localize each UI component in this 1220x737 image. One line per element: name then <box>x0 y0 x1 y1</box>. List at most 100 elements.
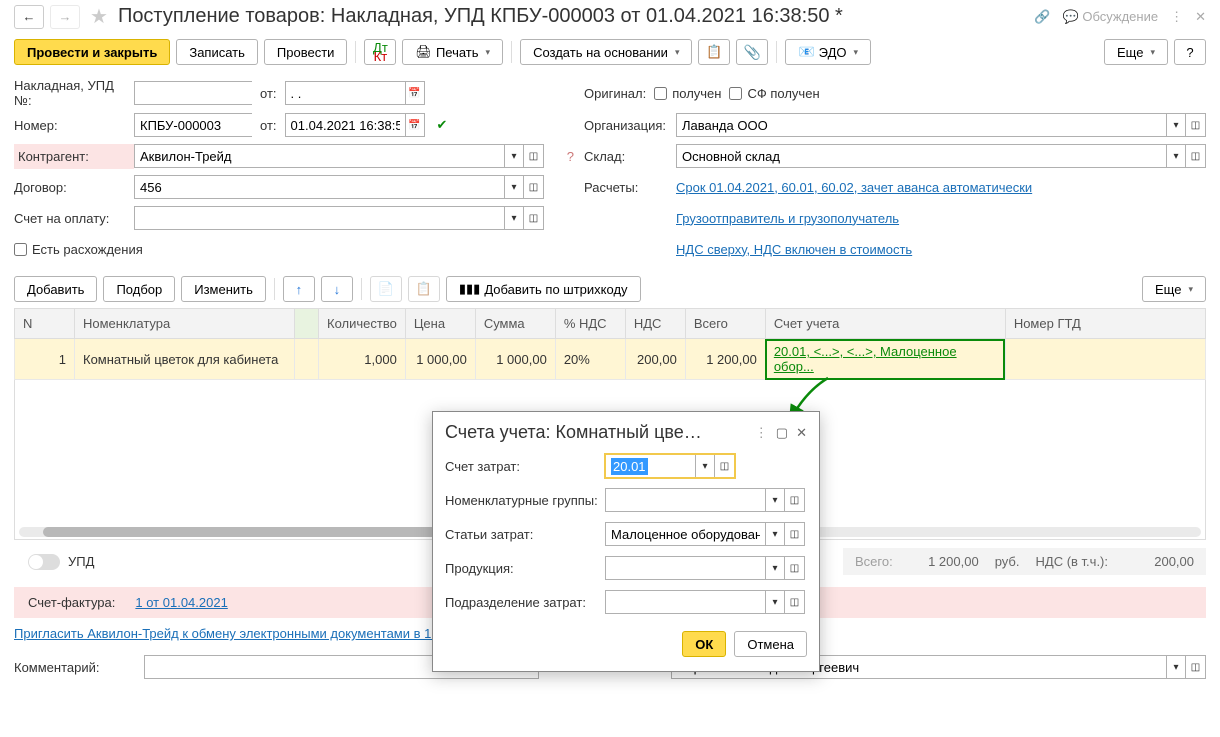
dropdown-icon[interactable]: ▾ <box>1166 655 1186 679</box>
calendar-icon[interactable]: 📅 <box>405 81 425 105</box>
popup-close-icon[interactable]: ✕ <box>796 425 807 441</box>
dropdown-icon[interactable]: ▾ <box>765 590 785 614</box>
open-icon[interactable]: ◫ <box>785 556 805 580</box>
register-button[interactable]: 📋 <box>698 39 730 65</box>
open-icon[interactable]: ◫ <box>785 590 805 614</box>
col-nomen[interactable]: Номенклатура <box>75 309 295 339</box>
popup-menu-icon[interactable]: ⋮ <box>755 425 768 441</box>
cost-item-label: Статьи затрат: <box>445 527 605 542</box>
warehouse-input[interactable] <box>676 144 1166 168</box>
add-row-button[interactable]: Добавить <box>14 276 97 302</box>
dt-kt-button[interactable]: ДтКт <box>364 39 396 65</box>
product-input[interactable] <box>605 556 765 580</box>
dropdown-icon[interactable]: ▾ <box>695 454 715 478</box>
page-title: Поступление товаров: Накладная, УПД КПБУ… <box>118 5 1028 28</box>
dept-input[interactable] <box>605 590 765 614</box>
col-sum[interactable]: Сумма <box>475 309 555 339</box>
col-flag[interactable] <box>295 309 319 339</box>
open-icon[interactable]: ◫ <box>785 522 805 546</box>
close-icon[interactable]: ✕ <box>1195 9 1206 25</box>
shipper-link[interactable]: Грузоотправитель и грузополучатель <box>676 211 899 226</box>
nav-forward-button[interactable]: → <box>50 5 80 29</box>
goods-table[interactable]: N Номенклатура Количество Цена Сумма % Н… <box>14 308 1206 380</box>
paste-button[interactable]: 📋 <box>408 276 440 302</box>
dropdown-icon[interactable]: ▾ <box>765 522 785 546</box>
account-cell[interactable]: 20.01, <...>, <...>, Малоценное обор... <box>765 339 1005 380</box>
dropdown-icon[interactable]: ▾ <box>1166 113 1186 137</box>
table-row[interactable]: 1 Комнатный цветок для кабинета 1,000 1 … <box>15 339 1206 380</box>
number-input[interactable] <box>134 113 252 137</box>
invoice-date-input[interactable] <box>285 81 405 105</box>
favorite-star-icon[interactable]: ★ <box>90 4 108 29</box>
sf-received-checkbox[interactable]: СФ получен <box>729 86 819 101</box>
post-and-close-button[interactable]: Провести и закрыть <box>14 39 170 65</box>
org-input[interactable] <box>676 113 1166 137</box>
discussion-button[interactable]: 💬 Обсуждение <box>1063 9 1159 25</box>
select-button[interactable]: Подбор <box>103 276 175 302</box>
doc-date-input[interactable] <box>285 113 405 137</box>
col-gtd[interactable]: Номер ГТД <box>1005 309 1205 339</box>
accounts-popup: Счета учета: Комнатный цве… ⋮ ▢ ✕ Счет з… <box>432 411 820 672</box>
open-icon[interactable]: ◫ <box>524 175 544 199</box>
help-icon[interactable]: ? <box>567 149 574 164</box>
invite-edo-link[interactable]: Пригласить Аквилон-Трейд к обмену электр… <box>14 626 473 641</box>
cost-account-input[interactable]: 20.01 <box>605 454 695 478</box>
received-checkbox[interactable]: получен <box>654 86 721 101</box>
kebab-menu-icon[interactable]: ⋮ <box>1170 9 1183 25</box>
table-more-button[interactable]: Еще▾ <box>1142 276 1206 302</box>
col-total[interactable]: Всего <box>685 309 765 339</box>
invoice-no-input[interactable] <box>134 81 252 105</box>
help-button[interactable]: ? <box>1174 39 1206 65</box>
dropdown-icon[interactable]: ▾ <box>504 175 524 199</box>
popup-ok-button[interactable]: ОК <box>682 631 726 657</box>
link-icon[interactable]: 🔗 <box>1034 9 1050 25</box>
open-icon[interactable]: ◫ <box>1186 655 1206 679</box>
nomen-group-input[interactable] <box>605 488 765 512</box>
dropdown-icon[interactable]: ▾ <box>765 556 785 580</box>
cost-item-input[interactable] <box>605 522 765 546</box>
contragent-input[interactable] <box>134 144 504 168</box>
vat-link[interactable]: НДС сверху, НДС включен в стоимость <box>676 242 912 257</box>
post-button[interactable]: Провести <box>264 39 348 65</box>
calc-link[interactable]: Срок 01.04.2021, 60.01, 60.02, зачет ава… <box>676 180 1032 195</box>
dropdown-icon[interactable]: ▾ <box>765 488 785 512</box>
open-icon[interactable]: ◫ <box>785 488 805 512</box>
nav-back-button[interactable]: ← <box>14 5 44 29</box>
copy-button[interactable]: 📄 <box>370 276 402 302</box>
popup-cancel-button[interactable]: Отмена <box>734 631 807 657</box>
invoice-pay-input[interactable] <box>134 206 504 230</box>
more-button[interactable]: Еще▾ <box>1104 39 1168 65</box>
col-n[interactable]: N <box>15 309 75 339</box>
original-label: Оригинал: <box>584 86 646 101</box>
col-account[interactable]: Счет учета <box>765 309 1005 339</box>
save-button[interactable]: Записать <box>176 39 258 65</box>
open-icon[interactable]: ◫ <box>524 206 544 230</box>
open-icon[interactable]: ◫ <box>1186 144 1206 168</box>
col-vat[interactable]: НДС <box>625 309 685 339</box>
create-based-button[interactable]: Создать на основании▾ <box>520 39 692 65</box>
open-icon[interactable]: ◫ <box>1186 113 1206 137</box>
open-icon[interactable]: ◫ <box>524 144 544 168</box>
barcode-button[interactable]: ▮▮▮ Добавить по штрихкоду <box>446 276 641 302</box>
calendar-icon[interactable]: 📅 <box>405 113 425 137</box>
attachment-button[interactable]: 📎 <box>736 39 768 65</box>
upd-toggle[interactable] <box>28 554 60 570</box>
open-icon[interactable]: ◫ <box>715 454 735 478</box>
sf-link[interactable]: 1 от 01.04.2021 <box>135 595 227 610</box>
dept-label: Подразделение затрат: <box>445 595 605 610</box>
edo-button[interactable]: 📧 ЭДО▾ <box>785 39 871 65</box>
col-price[interactable]: Цена <box>405 309 475 339</box>
discrepancy-checkbox[interactable]: Есть расхождения <box>14 242 574 257</box>
change-button[interactable]: Изменить <box>181 276 266 302</box>
col-qty[interactable]: Количество <box>319 309 406 339</box>
print-button[interactable]: 🖨 Печать▾ <box>402 39 503 65</box>
popup-maximize-icon[interactable]: ▢ <box>776 425 788 441</box>
dropdown-icon[interactable]: ▾ <box>504 206 524 230</box>
dropdown-icon[interactable]: ▾ <box>1166 144 1186 168</box>
dropdown-icon[interactable]: ▾ <box>504 144 524 168</box>
move-down-button[interactable]: ↓ <box>321 276 353 302</box>
move-up-button[interactable]: ↑ <box>283 276 315 302</box>
contract-input[interactable] <box>134 175 504 199</box>
col-vat-pct[interactable]: % НДС <box>555 309 625 339</box>
warehouse-label: Склад: <box>584 149 676 164</box>
